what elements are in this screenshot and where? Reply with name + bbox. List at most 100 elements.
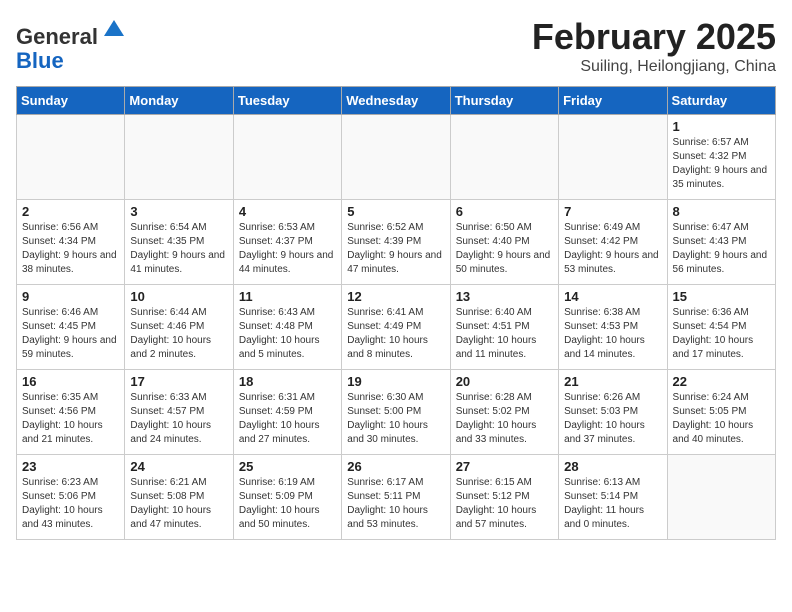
- calendar-day-cell: 6 Sunrise: 6:50 AM Sunset: 4:40 PM Daylig…: [450, 200, 558, 285]
- calendar-day-cell: 11 Sunrise: 6:43 AM Sunset: 4:48 PM Dayli…: [233, 285, 341, 370]
- day-info: Sunrise: 6:30 AM Sunset: 5:00 PM Dayligh…: [347, 391, 444, 447]
- day-info: Sunrise: 6:35 AM Sunset: 4:56 PM Dayligh…: [22, 391, 119, 447]
- day-info: Sunrise: 6:26 AM Sunset: 5:03 PM Dayligh…: [564, 391, 661, 447]
- day-number: 20: [456, 374, 553, 389]
- day-info: Sunrise: 6:38 AM Sunset: 4:53 PM Dayligh…: [564, 306, 661, 362]
- day-number: 28: [564, 459, 661, 474]
- logo-general-text: General: [16, 24, 98, 49]
- calendar-day-cell: 28 Sunrise: 6:13 AM Sunset: 5:14 PM Dayli…: [559, 455, 667, 540]
- calendar-day-cell: 4 Sunrise: 6:53 AM Sunset: 4:37 PM Daylig…: [233, 200, 341, 285]
- day-number: 11: [239, 289, 336, 304]
- logo-icon: [100, 16, 128, 44]
- calendar-day-cell: 13 Sunrise: 6:40 AM Sunset: 4:51 PM Dayli…: [450, 285, 558, 370]
- day-info: Sunrise: 6:47 AM Sunset: 4:43 PM Dayligh…: [673, 221, 770, 277]
- day-info: Sunrise: 6:50 AM Sunset: 4:40 PM Dayligh…: [456, 221, 553, 277]
- calendar-day-cell: [342, 115, 450, 200]
- calendar-day-cell: 14 Sunrise: 6:38 AM Sunset: 4:53 PM Dayli…: [559, 285, 667, 370]
- calendar-day-cell: 24 Sunrise: 6:21 AM Sunset: 5:08 PM Dayli…: [125, 455, 233, 540]
- day-info: Sunrise: 6:15 AM Sunset: 5:12 PM Dayligh…: [456, 476, 553, 532]
- day-number: 13: [456, 289, 553, 304]
- location-text: Suiling, Heilongjiang, China: [532, 58, 776, 76]
- day-info: Sunrise: 6:53 AM Sunset: 4:37 PM Dayligh…: [239, 221, 336, 277]
- day-number: 3: [130, 204, 227, 219]
- day-number: 19: [347, 374, 444, 389]
- day-info: Sunrise: 6:36 AM Sunset: 4:54 PM Dayligh…: [673, 306, 770, 362]
- day-number: 25: [239, 459, 336, 474]
- calendar-day-cell: 25 Sunrise: 6:19 AM Sunset: 5:09 PM Dayli…: [233, 455, 341, 540]
- calendar-day-cell: 9Sunrise: 6:46 AM Sunset: 4:45 PM Daylig…: [17, 285, 125, 370]
- weekday-header: Wednesday: [342, 87, 450, 115]
- day-info: Sunrise: 6:21 AM Sunset: 5:08 PM Dayligh…: [130, 476, 227, 532]
- weekday-header: Friday: [559, 87, 667, 115]
- day-info: Sunrise: 6:17 AM Sunset: 5:11 PM Dayligh…: [347, 476, 444, 532]
- calendar-day-cell: 20 Sunrise: 6:28 AM Sunset: 5:02 PM Dayli…: [450, 370, 558, 455]
- calendar-day-cell: [233, 115, 341, 200]
- calendar-day-cell: 1 Sunrise: 6:57 AM Sunset: 4:32 PM Daylig…: [667, 115, 775, 200]
- day-number: 6: [456, 204, 553, 219]
- calendar-day-cell: [17, 115, 125, 200]
- weekday-header: Tuesday: [233, 87, 341, 115]
- weekday-header: Monday: [125, 87, 233, 115]
- day-number: 14: [564, 289, 661, 304]
- calendar-day-cell: 8Sunrise: 6:47 AM Sunset: 4:43 PM Daylig…: [667, 200, 775, 285]
- day-number: 27: [456, 459, 553, 474]
- calendar-day-cell: [667, 455, 775, 540]
- day-info: Sunrise: 6:23 AM Sunset: 5:06 PM Dayligh…: [22, 476, 119, 532]
- day-info: Sunrise: 6:40 AM Sunset: 4:51 PM Dayligh…: [456, 306, 553, 362]
- day-info: Sunrise: 6:24 AM Sunset: 5:05 PM Dayligh…: [673, 391, 770, 447]
- day-number: 24: [130, 459, 227, 474]
- day-number: 5: [347, 204, 444, 219]
- calendar-day-cell: 3 Sunrise: 6:54 AM Sunset: 4:35 PM Daylig…: [125, 200, 233, 285]
- calendar-day-cell: 7 Sunrise: 6:49 AM Sunset: 4:42 PM Daylig…: [559, 200, 667, 285]
- calendar-week-row: 2Sunrise: 6:56 AM Sunset: 4:34 PM Daylig…: [17, 200, 776, 285]
- day-number: 18: [239, 374, 336, 389]
- calendar-day-cell: 15 Sunrise: 6:36 AM Sunset: 4:54 PM Dayli…: [667, 285, 775, 370]
- day-info: Sunrise: 6:44 AM Sunset: 4:46 PM Dayligh…: [130, 306, 227, 362]
- day-number: 4: [239, 204, 336, 219]
- day-info: Sunrise: 6:33 AM Sunset: 4:57 PM Dayligh…: [130, 391, 227, 447]
- calendar-day-cell: 17 Sunrise: 6:33 AM Sunset: 4:57 PM Dayli…: [125, 370, 233, 455]
- day-info: Sunrise: 6:57 AM Sunset: 4:32 PM Dayligh…: [673, 136, 770, 192]
- day-info: Sunrise: 6:19 AM Sunset: 5:09 PM Dayligh…: [239, 476, 336, 532]
- calendar-header-row: SundayMondayTuesdayWednesdayThursdayFrid…: [17, 87, 776, 115]
- weekday-header: Sunday: [17, 87, 125, 115]
- calendar-day-cell: [450, 115, 558, 200]
- weekday-header: Saturday: [667, 87, 775, 115]
- calendar-week-row: 23Sunrise: 6:23 AM Sunset: 5:06 PM Dayli…: [17, 455, 776, 540]
- calendar-day-cell: 2Sunrise: 6:56 AM Sunset: 4:34 PM Daylig…: [17, 200, 125, 285]
- calendar-day-cell: [125, 115, 233, 200]
- day-info: Sunrise: 6:13 AM Sunset: 5:14 PM Dayligh…: [564, 476, 661, 532]
- calendar-day-cell: 23Sunrise: 6:23 AM Sunset: 5:06 PM Dayli…: [17, 455, 125, 540]
- calendar-day-cell: 5 Sunrise: 6:52 AM Sunset: 4:39 PM Daylig…: [342, 200, 450, 285]
- day-info: Sunrise: 6:52 AM Sunset: 4:39 PM Dayligh…: [347, 221, 444, 277]
- day-number: 7: [564, 204, 661, 219]
- logo: General Blue: [16, 16, 128, 73]
- calendar-day-cell: 16 Sunrise: 6:35 AM Sunset: 4:56 PM Dayli…: [17, 370, 125, 455]
- day-number: 17: [130, 374, 227, 389]
- day-number: 1: [673, 119, 770, 134]
- title-block: February 2025 Suiling, Heilongjiang, Chi…: [532, 16, 776, 76]
- calendar-day-cell: 21Sunrise: 6:26 AM Sunset: 5:03 PM Dayli…: [559, 370, 667, 455]
- calendar-week-row: 16 Sunrise: 6:35 AM Sunset: 4:56 PM Dayli…: [17, 370, 776, 455]
- calendar-week-row: 1 Sunrise: 6:57 AM Sunset: 4:32 PM Daylig…: [17, 115, 776, 200]
- day-number: 15: [673, 289, 770, 304]
- day-info: Sunrise: 6:28 AM Sunset: 5:02 PM Dayligh…: [456, 391, 553, 447]
- day-info: Sunrise: 6:43 AM Sunset: 4:48 PM Dayligh…: [239, 306, 336, 362]
- calendar-day-cell: 12 Sunrise: 6:41 AM Sunset: 4:49 PM Dayli…: [342, 285, 450, 370]
- day-info: Sunrise: 6:31 AM Sunset: 4:59 PM Dayligh…: [239, 391, 336, 447]
- day-info: Sunrise: 6:49 AM Sunset: 4:42 PM Dayligh…: [564, 221, 661, 277]
- day-number: 2: [22, 204, 119, 219]
- calendar-day-cell: 27 Sunrise: 6:15 AM Sunset: 5:12 PM Dayli…: [450, 455, 558, 540]
- day-number: 10: [130, 289, 227, 304]
- page-header: General Blue February 2025 Suiling, Heil…: [16, 16, 776, 76]
- day-number: 12: [347, 289, 444, 304]
- calendar-day-cell: [559, 115, 667, 200]
- day-info: Sunrise: 6:41 AM Sunset: 4:49 PM Dayligh…: [347, 306, 444, 362]
- weekday-header: Thursday: [450, 87, 558, 115]
- day-info: Sunrise: 6:46 AM Sunset: 4:45 PM Dayligh…: [22, 306, 119, 362]
- calendar-day-cell: 19 Sunrise: 6:30 AM Sunset: 5:00 PM Dayli…: [342, 370, 450, 455]
- calendar-week-row: 9Sunrise: 6:46 AM Sunset: 4:45 PM Daylig…: [17, 285, 776, 370]
- day-info: Sunrise: 6:54 AM Sunset: 4:35 PM Dayligh…: [130, 221, 227, 277]
- calendar-day-cell: 18 Sunrise: 6:31 AM Sunset: 4:59 PM Dayli…: [233, 370, 341, 455]
- day-number: 16: [22, 374, 119, 389]
